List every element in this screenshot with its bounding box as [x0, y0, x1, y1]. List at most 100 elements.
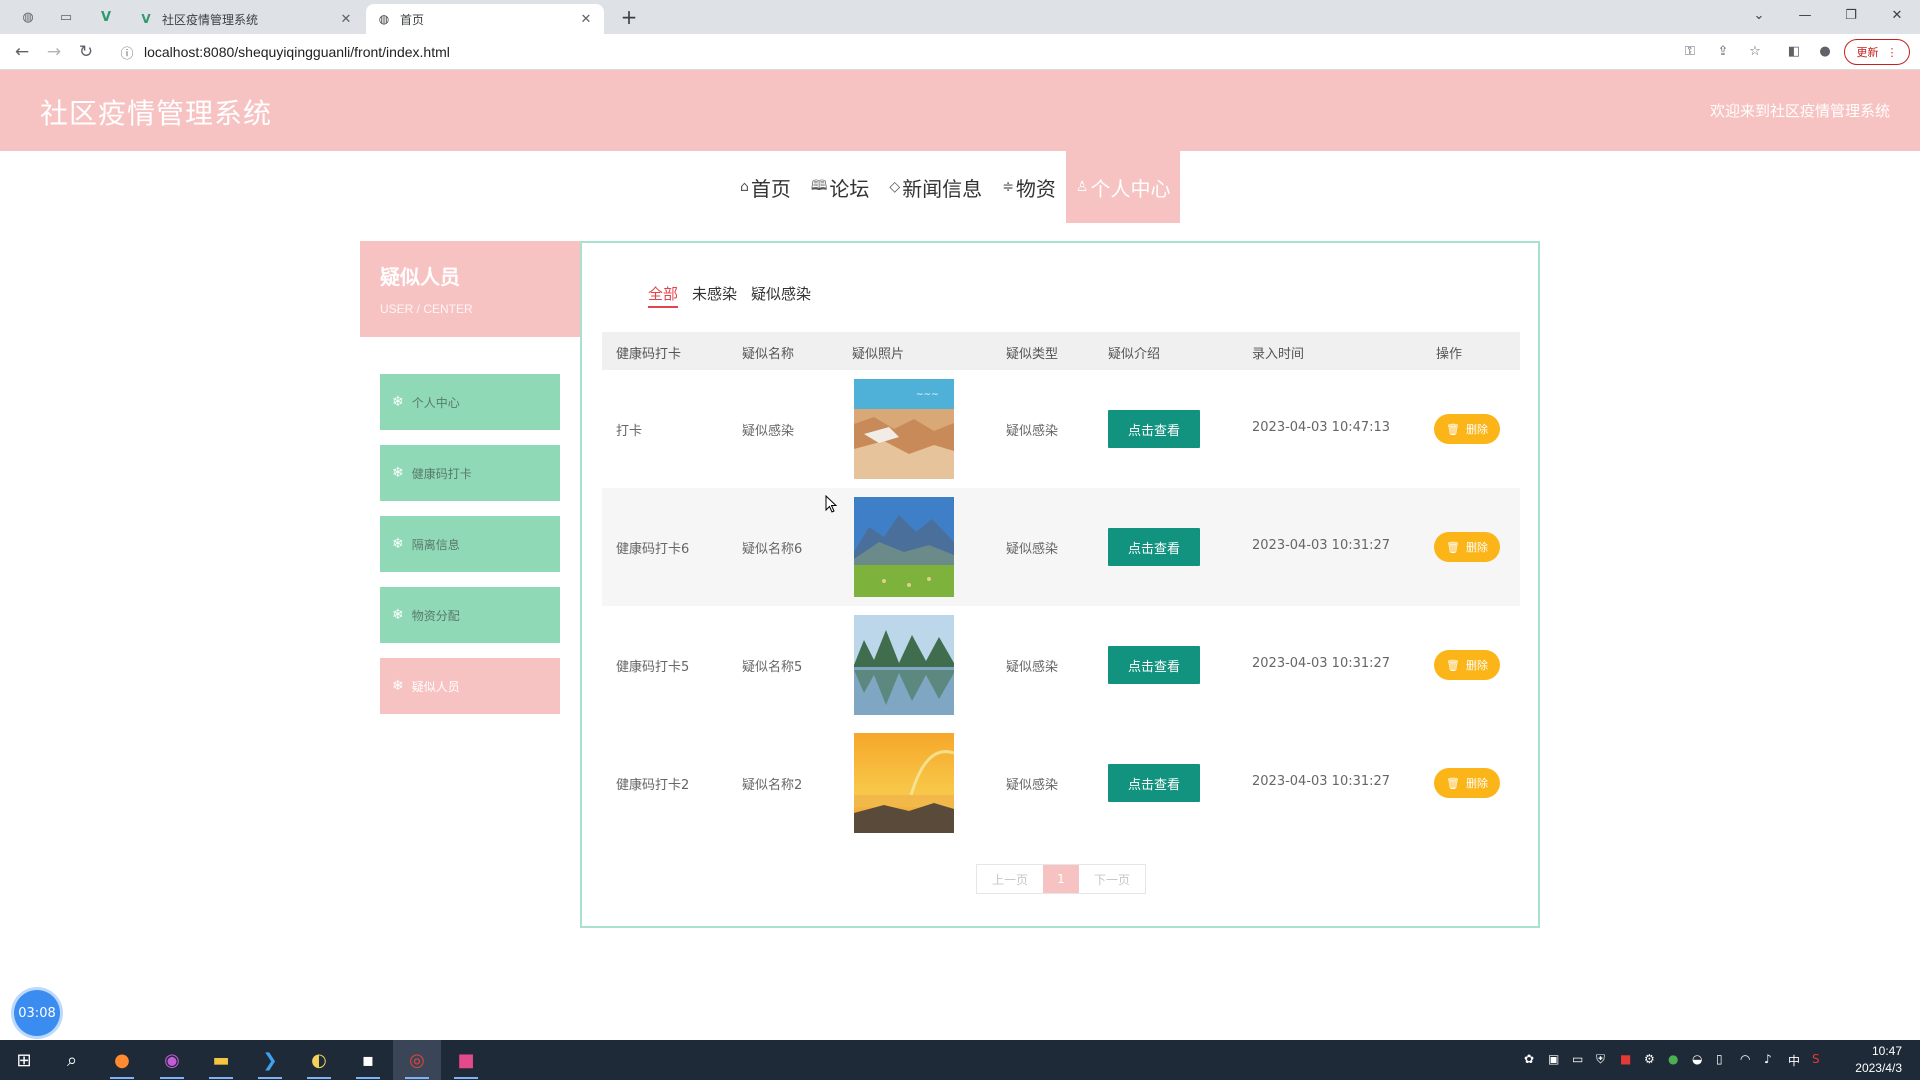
url-omnibox[interactable]: ⓘ localhost:8080/shequyiqingguanli/front… [110, 38, 1770, 66]
profile-avatar-icon[interactable]: ● [1815, 42, 1835, 62]
restore-button[interactable]: ❐ [1828, 2, 1874, 30]
view-details-button[interactable]: 点击查看 [1108, 410, 1200, 448]
volume-icon[interactable]: ♪ [1764, 1052, 1772, 1066]
nav-item-home[interactable]: ⌂ 首页 [730, 151, 801, 223]
snowflake-icon: ❄ [392, 678, 404, 694]
vscode-icon[interactable]: ❯ [256, 1046, 284, 1079]
reload-icon[interactable]: ↻ [72, 40, 100, 64]
delete-button[interactable]: 🗑 删除 [1434, 768, 1500, 798]
next-page-button[interactable]: 下一页 [1079, 865, 1145, 893]
close-window-button[interactable]: ✕ [1874, 2, 1920, 30]
table-row: 打卡 疑似感染 ~~~ 疑似感染 点击查看 2023-04-03 10:47:1… [602, 370, 1520, 488]
table-row: 健康码打卡2 疑似名称2 疑似感染 点击查看 2023-04-03 10:31:… [602, 724, 1520, 842]
current-page[interactable]: 1 [1043, 865, 1079, 893]
nav-item-forum[interactable]: 🕮 论坛 [801, 151, 880, 223]
tray-gear-icon[interactable]: ⚙ [1644, 1052, 1655, 1066]
sidebar-item-label: 健康码打卡 [411, 466, 472, 481]
view-details-button[interactable]: 点击查看 [1108, 764, 1200, 802]
sidebar-item-label: 疑似人员 [411, 679, 460, 694]
clock-date: 2023/4/3 [1855, 1061, 1902, 1075]
filter-tab-all[interactable]: 全部 [648, 283, 679, 308]
windows-start-icon[interactable]: ⊞ [10, 1046, 38, 1074]
tray-folder-icon[interactable]: ▭ [1572, 1052, 1583, 1066]
tray-usb-icon[interactable]: ▯ [1716, 1052, 1723, 1066]
browser-tab-system[interactable]: V 社区疫情管理系统 ✕ [128, 4, 364, 34]
tray-app-icon[interactable]: ▣ [1548, 1052, 1559, 1066]
url-text[interactable]: localhost:8080/shequyiqingguanli/front/i… [144, 44, 450, 60]
update-chrome-button[interactable]: 更新 ⋮ [1844, 39, 1910, 65]
pinned-tab-page-icon[interactable]: ▭ [52, 5, 80, 29]
side-panel-icon[interactable]: ◧ [1784, 42, 1804, 62]
pinned-tab-vue-icon[interactable]: V [92, 5, 120, 29]
pinned-tab-globe-icon[interactable]: ◍ [14, 5, 42, 29]
bookmark-star-icon[interactable]: ☆ [1745, 42, 1765, 62]
duck-app-icon[interactable]: ◐ [305, 1046, 333, 1079]
tray-flower-icon[interactable]: ✿ [1524, 1052, 1534, 1066]
type-cell: 疑似感染 [1006, 778, 1059, 793]
search-icon[interactable]: ⌕ [58, 1046, 86, 1074]
tray-red-app-icon[interactable]: ■ [1620, 1052, 1631, 1066]
sidebar-heading-block: 疑似人员 USER / CENTER [360, 241, 580, 337]
browser-tab-home[interactable]: ◍ 首页 ✕ [366, 4, 604, 34]
key-icon[interactable]: ⚿ [1680, 42, 1700, 62]
tray-qq-icon[interactable]: ◒ [1692, 1052, 1702, 1066]
globe-icon: ◍ [378, 12, 390, 26]
prev-page-button[interactable]: 上一页 [977, 865, 1043, 893]
name-cell: 疑似感染 [742, 424, 795, 439]
timer-badge[interactable]: 03:08 [14, 990, 60, 1036]
ime-indicator[interactable]: 中 [1788, 1052, 1800, 1069]
delete-label: 删除 [1465, 777, 1488, 790]
column-header: 操作 [1436, 347, 1463, 362]
nav-item-supplies[interactable]: ≑ 物资 [992, 151, 1066, 223]
nav-item-personal-center[interactable]: ♙ 个人中心 [1065, 151, 1181, 223]
tab-search-chevron-icon[interactable]: ⌄ [1736, 2, 1782, 30]
sidebar-item-health-checkin[interactable]: ❄ 健康码打卡 [380, 445, 560, 501]
filter-tab-suspected[interactable]: 疑似感染 [751, 283, 811, 308]
close-tab-icon[interactable]: ✕ [578, 12, 594, 27]
firefox-icon[interactable]: ● [108, 1046, 136, 1079]
back-arrow-icon[interactable]: ← [8, 40, 36, 64]
tab-title: 社区疫情管理系统 [162, 12, 259, 27]
site-info-icon[interactable]: ⓘ [116, 43, 138, 62]
nav-item-news[interactable]: ◇ 新闻信息 [879, 151, 992, 223]
game-app-icon[interactable]: ◉ [158, 1046, 186, 1079]
filter-tab-uninfected[interactable]: 未感染 [692, 283, 737, 308]
file-explorer-icon[interactable]: ▬ [207, 1046, 235, 1079]
snowflake-icon: ❄ [392, 394, 404, 410]
book-icon: 🕮 [810, 178, 828, 194]
sunset-rainbow-photo [854, 733, 954, 833]
delete-button[interactable]: 🗑 删除 [1434, 532, 1500, 562]
tray-shield-icon[interactable]: ⛨ [1596, 1052, 1605, 1067]
sidebar-item-supply-allocation[interactable]: ❄ 物资分配 [380, 587, 560, 643]
view-details-button[interactable]: 点击查看 [1108, 528, 1200, 566]
tray-wechat-icon[interactable]: ● [1668, 1052, 1678, 1066]
tray-sogou-icon[interactable]: S [1812, 1052, 1820, 1066]
column-header: 健康码打卡 [616, 347, 682, 362]
sidebar-item-suspected-persons[interactable]: ❄ 疑似人员 [380, 658, 560, 714]
clock-time: 10:47 [1871, 1044, 1902, 1058]
share-icon[interactable]: ⇪ [1713, 42, 1733, 62]
sidebar-item-isolation-info[interactable]: ❄ 隔离信息 [380, 516, 560, 572]
new-tab-button[interactable]: + [616, 5, 642, 31]
type-cell: 疑似感染 [1006, 424, 1059, 439]
chrome-icon[interactable]: ◎ [403, 1046, 431, 1079]
close-tab-icon[interactable]: ✕ [338, 12, 354, 27]
delete-button[interactable]: 🗑 删除 [1434, 650, 1500, 680]
nav-label: 首页 [750, 176, 791, 201]
terminal-icon[interactable]: ▪ [354, 1046, 382, 1079]
view-details-button[interactable]: 点击查看 [1108, 646, 1200, 684]
delete-button[interactable]: 🗑 删除 [1434, 414, 1500, 444]
taskbar-clock[interactable]: 10:47 2023/4/3 [1855, 1043, 1902, 1077]
wifi-icon[interactable]: ◠ [1740, 1052, 1750, 1066]
intellij-icon[interactable]: ■ [452, 1046, 480, 1079]
time-cell: 2023-04-03 10:31:27 [1252, 538, 1391, 553]
column-header: 疑似介绍 [1108, 347, 1161, 362]
delete-label: 删除 [1465, 541, 1488, 554]
user-icon: ♙ [1075, 179, 1089, 195]
mountain-meadow-photo [854, 497, 954, 597]
forward-arrow-icon[interactable]: → [40, 40, 68, 64]
checkin-cell: 健康码打卡6 [616, 542, 690, 557]
tab-title: 首页 [400, 12, 425, 27]
minimize-button[interactable]: — [1782, 2, 1828, 30]
sidebar-item-personal-center[interactable]: ❄ 个人中心 [380, 374, 560, 430]
